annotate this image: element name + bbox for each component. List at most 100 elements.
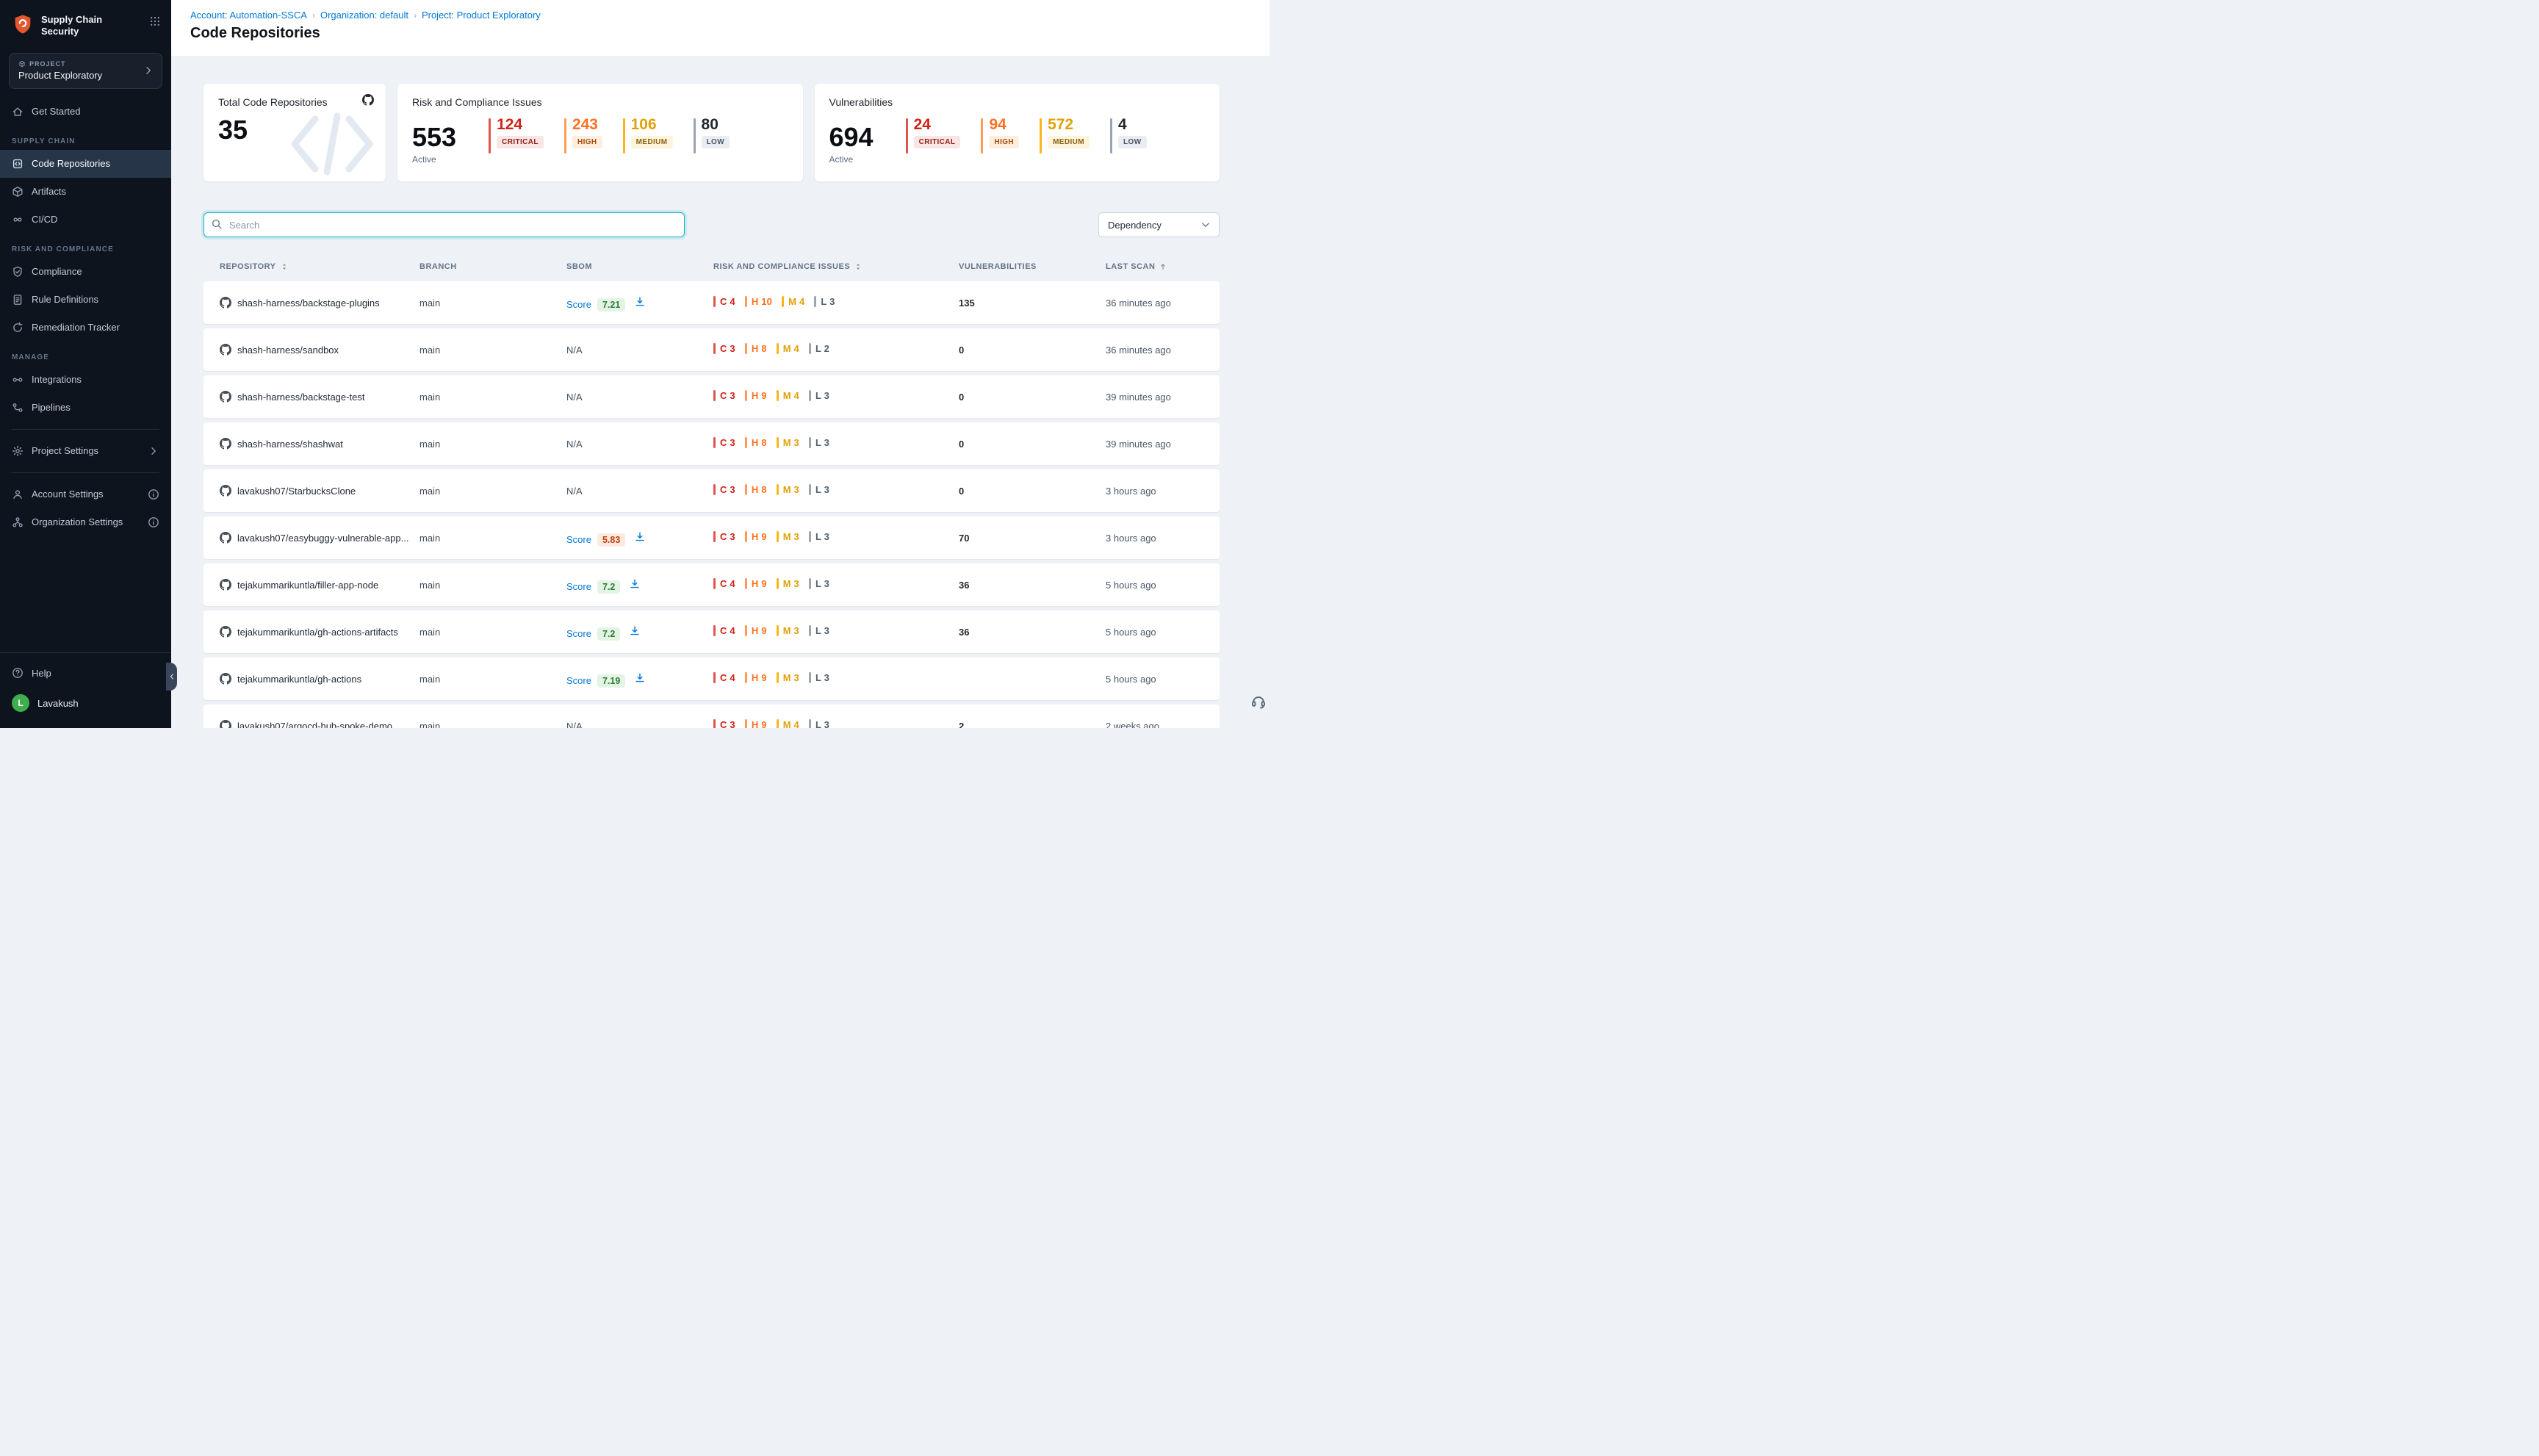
sidebar-item-compliance[interactable]: Compliance [0,258,171,286]
severity-count: 24 [914,117,931,132]
issue-chip-low: L 3 [809,672,829,683]
table-row[interactable]: lavakush07/easybuggy-vulnerable-app...ma… [204,516,1220,559]
sbom-score-link[interactable]: Score [566,675,591,686]
compliance-icon [12,266,24,278]
download-sbom-button[interactable] [634,296,646,308]
breadcrumb-link[interactable]: Account: Automation-SSCA [190,10,307,21]
sbom-score-link[interactable]: Score [566,534,591,545]
column-header-vulnerabilities[interactable]: VULNERABILITIES [959,262,1106,271]
severity-stat-low: 4LOW [1110,117,1147,154]
sidebar-item-account-settings[interactable]: Account Settings [0,480,171,508]
breadcrumb-link[interactable]: Project: Product Exploratory [422,10,541,21]
sidebar-item-remediation-tracker[interactable]: Remediation Tracker [0,314,171,342]
column-header-last_scan[interactable]: LAST SCAN [1106,262,1203,271]
severity-count: 572 [1048,117,1073,132]
nav-section-heading: SUPPLY CHAIN [0,126,171,150]
sidebar-item-code-repositories[interactable]: Code Repositories [0,150,171,178]
sidebar-item-integrations[interactable]: Integrations [0,366,171,394]
search-input[interactable] [204,212,685,237]
sbom-na: N/A [566,721,583,729]
project-selector[interactable]: PROJECT Product Exploratory [9,53,162,89]
page-title: Code Repositories [190,25,1250,42]
dependency-filter[interactable]: Dependency [1098,212,1220,237]
vulns-active-label: Active [829,154,874,165]
repo-name: shash-harness/shashwat [237,439,343,450]
repo-name: tejakummarikuntla/gh-actions-artifacts [237,627,398,638]
table-row[interactable]: shash-harness/backstage-pluginsmainScore… [204,281,1220,324]
issue-chip-high: H 9 [745,719,767,728]
sidebar-item-artifacts[interactable]: Artifacts [0,178,171,206]
sidebar-item-label: Rule Definitions [32,294,159,305]
column-header-issues[interactable]: RISK AND COMPLIANCE ISSUES [713,262,959,271]
table-row[interactable]: shash-harness/backstage-testmainN/AC 3H … [204,375,1220,418]
user-menu[interactable]: L Lavakush [0,687,171,719]
table-row[interactable]: tejakummarikuntla/filler-app-nodemainSco… [204,563,1220,606]
column-label: SBOM [566,262,592,271]
nav-section-heading: MANAGE [0,342,171,366]
sidebar-item-organization-settings[interactable]: Organization Settings [0,508,171,536]
user-name: Lavakush [37,698,79,709]
sidebar-item-cicd[interactable]: CI/CD [0,206,171,234]
download-sbom-button[interactable] [629,625,641,637]
pipelines-icon [12,402,24,414]
sbom-score-badge: 7.2 [597,627,620,641]
last-scan: 3 hours ago [1106,533,1203,544]
sbom-score-link[interactable]: Score [566,628,591,639]
table-row[interactable]: lavakush07/StarbucksClonemainN/AC 3H 8M … [204,469,1220,512]
download-sbom-button[interactable] [629,578,641,590]
sidebar-footer-nav: Project Settings Account Settings Organiza… [0,437,171,536]
issue-chip-low: L 3 [809,531,829,542]
summary-cards: Total Code Repositories 35 Risk and Comp… [204,84,1220,181]
issue-chip-critical: C 4 [713,625,735,636]
breadcrumb-link[interactable]: Organization: default [320,10,408,21]
sbom-score-link[interactable]: Score [566,299,591,310]
dependency-filter-value: Dependency [1108,220,1162,231]
issue-chip-medium: M 3 [777,578,799,589]
branch-name: main [419,627,566,638]
issue-chip-critical: C 4 [713,578,735,589]
issue-chip-low: L 3 [809,390,829,401]
sidebar-item-help[interactable]: Help [0,659,171,687]
issue-chip-high: H 8 [745,437,767,448]
branch-name: main [419,486,566,497]
column-label: VULNERABILITIES [959,262,1037,271]
table-row[interactable]: shash-harness/sandboxmainN/AC 3H 8M 4L 2… [204,328,1220,371]
column-header-branch[interactable]: BRANCH [419,262,566,271]
sidebar-nav: Get Started SUPPLY CHAIN Code Repositories… [0,93,171,422]
download-sbom-button[interactable] [634,531,646,543]
severity-stat-medium: 572MEDIUM [1040,117,1090,154]
table-row[interactable]: tejakummarikuntla/gh-actions-artifacts ma… [204,610,1220,653]
github-icon [220,673,231,685]
sidebar: Supply Chain Security PROJECT Product Ex… [0,0,171,728]
table-row[interactable]: tejakummarikuntla/gh-actionsmainScore7.1… [204,657,1220,700]
sort-icon [854,262,862,271]
chevron-down-icon [1200,219,1211,231]
issue-chip-low: L 3 [809,719,829,728]
sidebar-item-get-started[interactable]: Get Started [0,98,171,126]
sidebar-collapse-handle[interactable] [166,663,177,691]
resource-center-icon[interactable] [1250,693,1267,709]
sidebar-item-label: Get Started [32,106,159,117]
sidebar-item-label: Code Repositories [32,158,159,169]
github-icon [220,532,231,544]
download-sbom-button[interactable] [634,672,646,684]
table-row[interactable]: shash-harness/shashwatmainN/AC 3H 8M 3L … [204,422,1220,465]
repo-name: lavakush07/StarbucksClone [237,486,356,497]
table-row[interactable]: lavakush07/argocd-hub-spoke-demomainN/AC… [204,704,1220,728]
severity-label: LOW [702,136,730,148]
rule-definitions-icon [12,294,24,306]
sidebar-item-project-settings[interactable]: Project Settings [0,437,171,465]
severity-stat-low: 80LOW [694,117,730,154]
project-icon [18,60,26,68]
sidebar-item-rule-definitions[interactable]: Rule Definitions [0,286,171,314]
column-header-repository[interactable]: REPOSITORY [220,262,419,271]
column-header-sbom[interactable]: SBOM [566,262,713,271]
last-scan: 39 minutes ago [1106,392,1203,403]
sidebar-item-pipelines[interactable]: Pipelines [0,394,171,422]
module-switcher-icon[interactable] [149,13,161,27]
sidebar-item-label: Organization Settings [32,516,140,527]
toolbar: Dependency [204,212,1220,237]
sidebar-item-label: CI/CD [32,214,159,225]
sbom-score-link[interactable]: Score [566,581,591,592]
sbom-score-badge: 7.2 [597,580,620,594]
